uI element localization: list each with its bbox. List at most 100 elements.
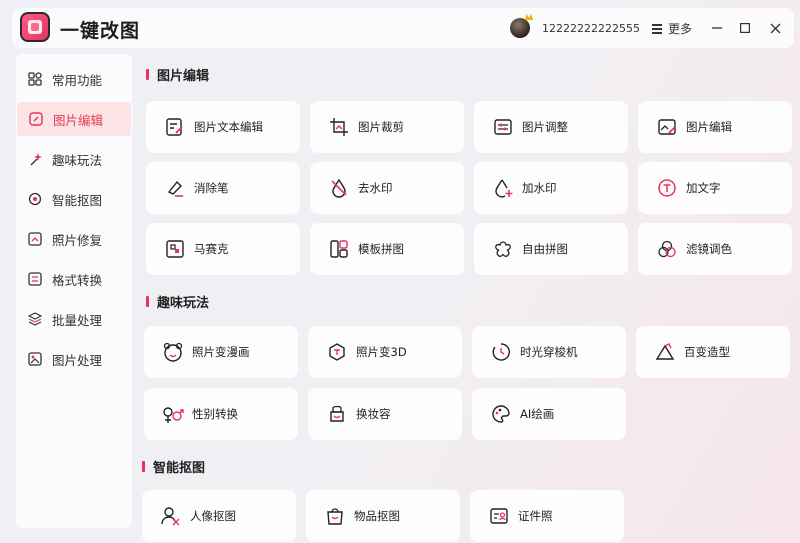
card-style-makeover[interactable]: 百变造型 bbox=[636, 326, 790, 378]
sidebar-item-batch[interactable]: 批量处理 bbox=[16, 302, 132, 336]
sidebar-item-format-convert[interactable]: 格式转换 bbox=[16, 262, 132, 296]
crown-icon bbox=[525, 14, 533, 20]
cartoon-face-icon bbox=[162, 341, 184, 363]
sidebar-item-smart-cutout[interactable]: 智能抠图 bbox=[16, 182, 132, 216]
sidebar-item-label: 图片编辑 bbox=[53, 112, 104, 128]
card-label: 加文字 bbox=[686, 181, 721, 195]
close-icon bbox=[770, 23, 780, 33]
sidebar-item-photo-repair[interactable]: 照片修复 bbox=[16, 222, 132, 256]
avatar[interactable] bbox=[510, 18, 530, 38]
section-title-fun: 趣味玩法 bbox=[146, 292, 209, 311]
card-label: 滤镜调色 bbox=[686, 242, 732, 256]
add-text-icon bbox=[656, 177, 678, 199]
card-label: 百变造型 bbox=[684, 345, 730, 359]
free-collage-icon bbox=[492, 238, 514, 260]
remove-watermark-icon bbox=[328, 177, 350, 199]
card-label: 图片裁剪 bbox=[358, 120, 404, 134]
title-bar: 一键改图 12222222222555 更多 bbox=[12, 8, 794, 48]
card-image-crop[interactable]: 图片裁剪 bbox=[310, 101, 464, 153]
card-label: 消除笔 bbox=[194, 181, 229, 195]
card-filter-color[interactable]: 滤镜调色 bbox=[638, 223, 792, 275]
sidebar-item-label: 格式转换 bbox=[52, 272, 103, 288]
cube-icon bbox=[326, 341, 348, 363]
card-id-photo[interactable]: 证件照 bbox=[470, 490, 624, 542]
sidebar-item-label: 图片处理 bbox=[52, 352, 103, 368]
image-edit-icon bbox=[656, 116, 678, 138]
card-portrait-cutout[interactable]: 人像抠图 bbox=[142, 490, 296, 542]
card-photo-to-3d[interactable]: 照片变3D bbox=[308, 326, 462, 378]
card-image-adjust[interactable]: 图片调整 bbox=[474, 101, 628, 153]
gender-icon bbox=[162, 403, 184, 425]
target-icon bbox=[28, 192, 42, 206]
section-title-image-edit: 图片编辑 bbox=[146, 65, 209, 84]
grid-icon bbox=[28, 72, 42, 86]
card-object-cutout[interactable]: 物品抠图 bbox=[306, 490, 460, 542]
sidebar-item-label: 批量处理 bbox=[52, 312, 103, 328]
card-eraser[interactable]: 消除笔 bbox=[146, 162, 300, 214]
sidebar-item-common[interactable]: 常用功能 bbox=[16, 62, 132, 96]
card-label: 性别转换 bbox=[192, 407, 238, 421]
sidebar-item-fun[interactable]: 趣味玩法 bbox=[16, 142, 132, 176]
card-label: 人像抠图 bbox=[190, 509, 236, 523]
makeover-icon bbox=[654, 341, 676, 363]
app-title: 一键改图 bbox=[60, 20, 141, 42]
card-makeup[interactable]: 换妆容 bbox=[308, 388, 462, 440]
card-add-text[interactable]: 加文字 bbox=[638, 162, 792, 214]
card-label: 物品抠图 bbox=[354, 509, 400, 523]
card-template-collage[interactable]: 模板拼图 bbox=[310, 223, 464, 275]
template-collage-icon bbox=[328, 238, 350, 260]
section-title-smart-cutout: 智能抠图 bbox=[142, 457, 205, 476]
close-button[interactable] bbox=[767, 20, 783, 36]
card-free-collage[interactable]: 自由拼图 bbox=[474, 223, 628, 275]
sidebar-item-image-process[interactable]: 图片处理 bbox=[16, 342, 132, 376]
card-label: 自由拼图 bbox=[522, 242, 568, 256]
card-label: 照片变漫画 bbox=[192, 345, 250, 359]
card-label: 加水印 bbox=[522, 181, 557, 195]
card-label: 模板拼图 bbox=[358, 242, 404, 256]
card-gender-swap[interactable]: 性别转换 bbox=[144, 388, 298, 440]
card-label: AI绘画 bbox=[520, 407, 555, 421]
sparkle-icon bbox=[28, 152, 42, 166]
card-mosaic[interactable]: 马赛克 bbox=[146, 223, 300, 275]
sidebar-item-label: 智能抠图 bbox=[52, 192, 103, 208]
card-photo-to-cartoon[interactable]: 照片变漫画 bbox=[144, 326, 298, 378]
card-label: 图片调整 bbox=[522, 120, 568, 134]
card-label: 证件照 bbox=[518, 509, 553, 523]
minimize-button[interactable] bbox=[709, 20, 725, 36]
eraser-icon bbox=[164, 177, 186, 199]
sidebar-item-label: 常用功能 bbox=[52, 72, 103, 88]
minimize-icon bbox=[712, 27, 722, 29]
card-image-editor[interactable]: 图片编辑 bbox=[638, 101, 792, 153]
app-logo bbox=[20, 12, 50, 42]
bag-icon bbox=[324, 505, 346, 527]
maximize-button[interactable] bbox=[737, 20, 753, 36]
edit-icon bbox=[29, 112, 43, 126]
card-time-machine[interactable]: 时光穿梭机 bbox=[472, 326, 626, 378]
crop-icon bbox=[328, 116, 350, 138]
text-edit-icon bbox=[164, 116, 186, 138]
menu-icon bbox=[652, 24, 662, 34]
filter-icon bbox=[656, 238, 678, 260]
user-name[interactable]: 12222222222555 bbox=[542, 22, 640, 35]
sidebar-item-image-edit[interactable]: 图片编辑 bbox=[17, 102, 131, 136]
card-label: 马赛克 bbox=[194, 242, 229, 256]
sidebar: 常用功能 图片编辑 趣味玩法 智能抠图 照片修复 格式转换 批量处理 图片处理 bbox=[16, 54, 132, 528]
format-convert-icon bbox=[28, 272, 42, 286]
clock-icon bbox=[490, 341, 512, 363]
card-label: 图片文本编辑 bbox=[194, 120, 263, 134]
card-label: 换妆容 bbox=[356, 407, 391, 421]
adjust-icon bbox=[492, 116, 514, 138]
card-add-watermark[interactable]: 加水印 bbox=[474, 162, 628, 214]
id-card-icon bbox=[488, 505, 510, 527]
more-label: 更多 bbox=[668, 22, 693, 36]
card-label: 照片变3D bbox=[356, 345, 407, 359]
card-image-text-edit[interactable]: 图片文本编辑 bbox=[146, 101, 300, 153]
layers-icon bbox=[28, 312, 42, 326]
card-ai-painting[interactable]: AI绘画 bbox=[472, 388, 626, 440]
maximize-icon bbox=[740, 23, 750, 33]
more-button[interactable]: 更多 bbox=[652, 20, 692, 37]
card-remove-watermark[interactable]: 去水印 bbox=[310, 162, 464, 214]
sidebar-item-label: 趣味玩法 bbox=[52, 152, 103, 168]
card-label: 时光穿梭机 bbox=[520, 345, 578, 359]
add-watermark-icon bbox=[492, 177, 514, 199]
